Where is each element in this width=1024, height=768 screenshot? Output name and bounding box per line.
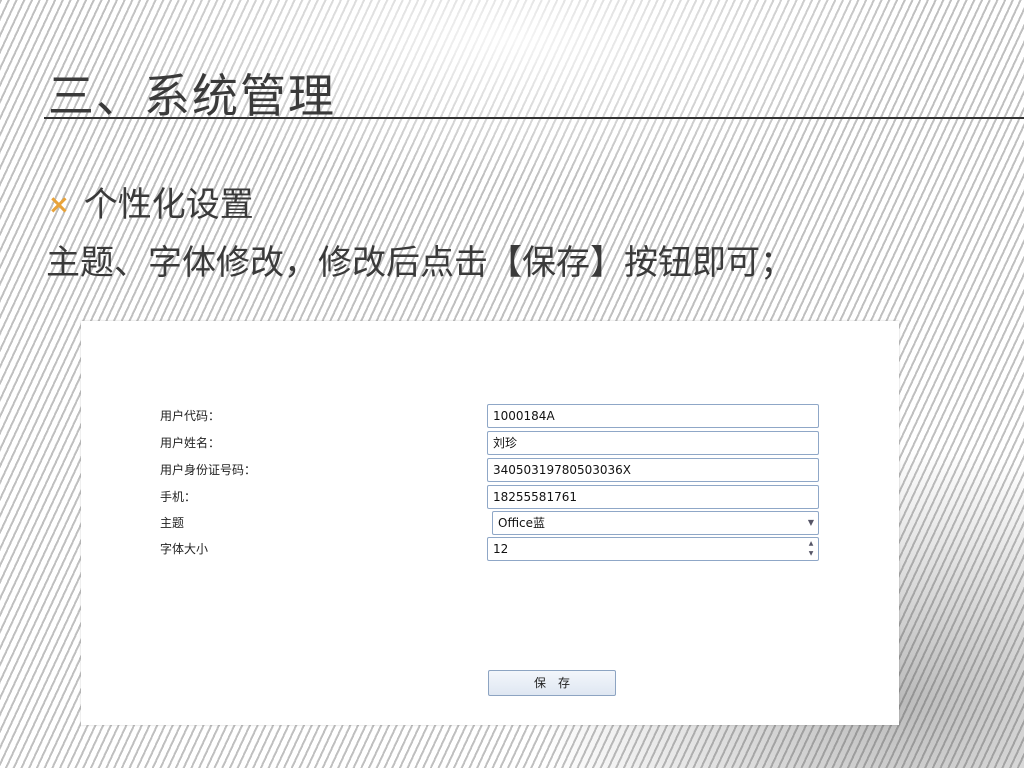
user-name-label: 用户姓名： xyxy=(160,436,221,450)
save-button[interactable]: 保存 xyxy=(488,670,616,696)
user-code-label: 用户代码： xyxy=(160,409,221,423)
user-name-field[interactable]: 刘珍 xyxy=(487,431,819,455)
instruction-text: 主题、字体修改，修改后点击【保存】按钮即可； xyxy=(46,243,794,283)
title-underline xyxy=(44,117,1024,119)
spin-up-down-icon[interactable]: ▲ ▼ xyxy=(807,539,815,559)
font-size-label: 字体大小 xyxy=(160,542,209,556)
user-code-field[interactable]: 1000184A xyxy=(487,404,819,428)
font-size-stepper[interactable]: 12 ▲ ▼ xyxy=(487,537,819,561)
theme-select-value: Office蓝 xyxy=(498,516,546,530)
bullet-item: × 个性化设置 xyxy=(48,182,254,228)
phone-field[interactable]: 18255581761 xyxy=(487,485,819,509)
theme-select[interactable]: Office蓝 ▼ xyxy=(492,511,819,535)
font-size-value: 12 xyxy=(493,542,509,556)
bullet-cross-icon: × xyxy=(48,190,70,220)
id-number-field[interactable]: 34050319780503036X xyxy=(487,458,819,482)
settings-form-panel: 用户代码： 1000184A 用户姓名： 刘珍 用户身份证号码： 3405031… xyxy=(81,321,899,725)
id-number-label: 用户身份证号码： xyxy=(160,463,257,477)
phone-label: 手机： xyxy=(160,490,197,504)
chevron-down-icon[interactable]: ▼ xyxy=(808,512,814,534)
bullet-text: 个性化设置 xyxy=(83,185,254,225)
theme-label: 主题 xyxy=(160,516,185,530)
